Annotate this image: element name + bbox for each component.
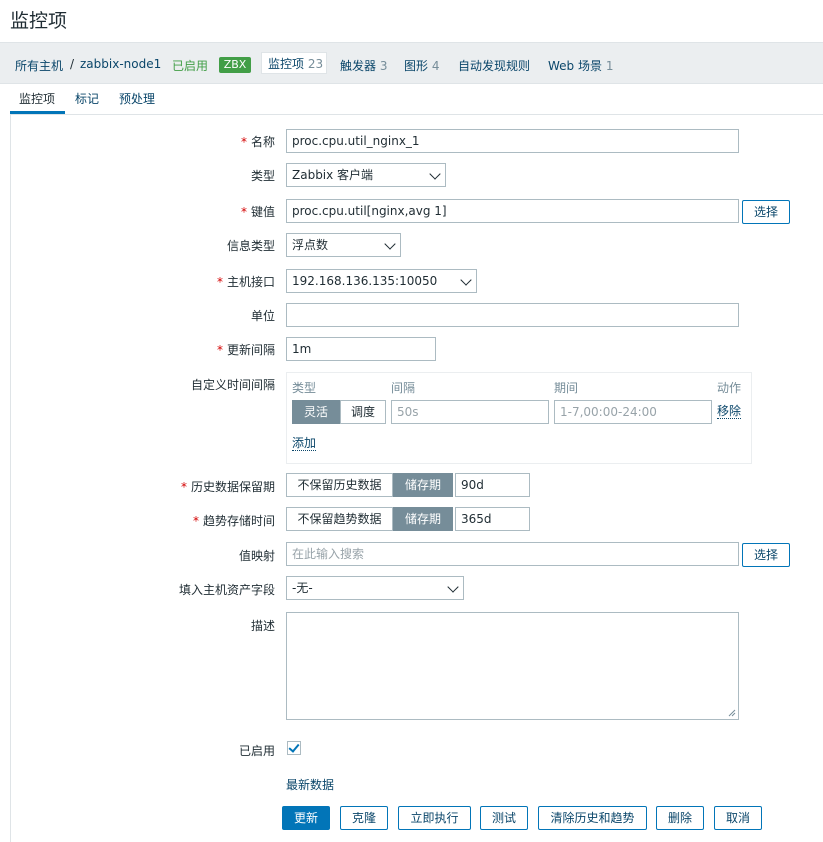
units-label: 单位 bbox=[250, 309, 275, 323]
required-mark: * bbox=[240, 135, 247, 149]
value-map-select-button[interactable]: 选择 bbox=[742, 543, 790, 567]
required-mark: * bbox=[180, 480, 187, 494]
key-label: * 键值 bbox=[241, 203, 275, 220]
info-type-select[interactable]: 浮点数 bbox=[286, 233, 401, 257]
latest-data-link[interactable]: 最新数据 bbox=[286, 776, 334, 793]
name-label-text: 名称 bbox=[250, 135, 275, 149]
interval-type-flexible[interactable]: 灵活 bbox=[292, 400, 340, 424]
zbx-availability-badge: ZBX bbox=[219, 57, 251, 73]
breadcrumb: 所有主机 / zabbix-node1 已启用 ZBX 监控项 23 触发器 3… bbox=[0, 42, 823, 84]
breadcrumb-web[interactable]: Web 场景 1 bbox=[548, 57, 613, 74]
custom-interval-input[interactable]: 50s bbox=[391, 400, 549, 424]
type-select[interactable]: Zabbix 客户端 bbox=[286, 163, 446, 187]
key-select-button[interactable]: 选择 bbox=[742, 200, 790, 224]
history-input[interactable]: 90d bbox=[455, 473, 530, 497]
enabled-checkbox[interactable] bbox=[287, 741, 301, 755]
units-input[interactable] bbox=[286, 303, 739, 327]
breadcrumb-graphs-count: 4 bbox=[431, 59, 440, 73]
execute-now-button[interactable]: 立即执行 bbox=[398, 806, 471, 830]
breadcrumb-web-label: Web 场景 bbox=[548, 59, 602, 73]
add-interval-link[interactable]: 添加 bbox=[292, 436, 317, 451]
required-mark: * bbox=[216, 343, 223, 357]
chevron-down-icon bbox=[460, 274, 472, 286]
history-do-not-keep[interactable]: 不保留历史数据 bbox=[286, 473, 393, 497]
history-storage-period[interactable]: 储存期 bbox=[393, 473, 453, 497]
required-mark: * bbox=[240, 205, 247, 219]
custom-intervals-label: 自定义时间间隔 bbox=[190, 378, 275, 392]
chevron-down-icon bbox=[384, 238, 396, 250]
description-label: 描述 bbox=[250, 619, 275, 633]
breadcrumb-triggers-count: 3 bbox=[379, 59, 388, 73]
custom-intervals-header-period: 期间 bbox=[554, 381, 579, 395]
required-mark: * bbox=[192, 514, 199, 528]
custom-intervals-header-interval: 间隔 bbox=[391, 381, 416, 395]
breadcrumb-items-count: 23 bbox=[307, 57, 324, 71]
resize-handle-icon[interactable] bbox=[728, 709, 736, 717]
interval-type-scheduling[interactable]: 调度 bbox=[340, 400, 386, 424]
clear-history-button[interactable]: 清除历史和趋势 bbox=[538, 806, 647, 830]
name-input[interactable]: proc.cpu.util_nginx_1 bbox=[286, 129, 739, 153]
key-input[interactable]: proc.cpu.util[nginx,avg 1] bbox=[286, 199, 739, 223]
breadcrumb-graphs-label: 图形 bbox=[404, 59, 429, 73]
trends-do-not-keep[interactable]: 不保留趋势数据 bbox=[286, 507, 393, 531]
page-title: 监控项 bbox=[10, 10, 68, 32]
update-interval-label: * 更新间隔 bbox=[217, 341, 275, 358]
type-label: 类型 bbox=[250, 169, 275, 183]
breadcrumb-items-label: 监控项 bbox=[268, 57, 305, 71]
host-status-enabled[interactable]: 已启用 bbox=[172, 57, 208, 74]
clone-button[interactable]: 克隆 bbox=[340, 806, 388, 830]
required-mark: * bbox=[216, 275, 223, 289]
update-interval-label-text: 更新间隔 bbox=[226, 343, 275, 357]
form-tabs: 监控项 标记 预处理 bbox=[10, 84, 823, 115]
interface-label-text: 主机接口 bbox=[226, 275, 275, 289]
tab-tags[interactable]: 标记 bbox=[75, 90, 99, 107]
breadcrumb-all-hosts[interactable]: 所有主机 bbox=[15, 57, 63, 74]
tab-preprocessing[interactable]: 预处理 bbox=[119, 90, 155, 107]
key-label-text: 键值 bbox=[250, 205, 275, 219]
breadcrumb-triggers-label: 触发器 bbox=[340, 59, 377, 73]
checkmark-icon bbox=[288, 741, 300, 753]
breadcrumb-host[interactable]: zabbix-node1 bbox=[80, 57, 161, 71]
inventory-label: 填入主机资产字段 bbox=[178, 583, 275, 597]
custom-intervals-table: 类型 间隔 期间 动作 灵活 调度 50s 1-7,00:00-24:00 移除… bbox=[286, 372, 752, 464]
type-select-value: Zabbix 客户端 bbox=[292, 168, 374, 182]
chevron-down-icon bbox=[447, 581, 459, 593]
breadcrumb-items[interactable]: 监控项 23 bbox=[261, 52, 327, 74]
history-label: * 历史数据保留期 bbox=[181, 478, 275, 495]
remove-interval-link[interactable]: 移除 bbox=[717, 404, 742, 419]
interface-label: * 主机接口 bbox=[217, 273, 275, 290]
custom-intervals-header-action: 动作 bbox=[717, 381, 742, 395]
interface-select-value: 192.168.136.135:10050 bbox=[292, 274, 438, 288]
breadcrumb-triggers[interactable]: 触发器 3 bbox=[340, 57, 387, 74]
breadcrumb-web-count: 1 bbox=[605, 59, 614, 73]
breadcrumb-discovery[interactable]: 自动发现规则 bbox=[458, 57, 530, 74]
info-type-label: 信息类型 bbox=[226, 239, 275, 253]
custom-intervals-header-type: 类型 bbox=[292, 381, 317, 395]
breadcrumb-graphs[interactable]: 图形 4 bbox=[404, 57, 439, 74]
trends-input[interactable]: 365d bbox=[455, 507, 530, 531]
enabled-label: 已启用 bbox=[238, 744, 275, 758]
value-map-search-input[interactable]: 在此输入搜索 bbox=[286, 542, 739, 566]
trends-storage-period[interactable]: 储存期 bbox=[393, 507, 453, 531]
description-textarea[interactable] bbox=[286, 612, 739, 720]
interface-select[interactable]: 192.168.136.135:10050 bbox=[286, 269, 477, 293]
trends-label: * 趋势存储时间 bbox=[193, 512, 275, 529]
test-button[interactable]: 测试 bbox=[480, 806, 528, 830]
value-map-label: 值映射 bbox=[238, 549, 275, 563]
inventory-select[interactable]: -无- bbox=[286, 576, 464, 600]
item-form: * 名称 proc.cpu.util_nginx_1 类型 Zabbix 客户端 … bbox=[10, 114, 823, 842]
info-type-select-value: 浮点数 bbox=[292, 238, 329, 252]
update-interval-input[interactable]: 1m bbox=[286, 337, 436, 361]
breadcrumb-separator: / bbox=[70, 57, 75, 71]
tab-item[interactable]: 监控项 bbox=[19, 90, 55, 107]
inventory-select-value: -无- bbox=[292, 581, 313, 595]
cancel-button[interactable]: 取消 bbox=[714, 806, 762, 830]
history-label-text: 历史数据保留期 bbox=[190, 480, 275, 494]
delete-button[interactable]: 删除 bbox=[656, 806, 704, 830]
chevron-down-icon bbox=[429, 168, 441, 180]
custom-period-input[interactable]: 1-7,00:00-24:00 bbox=[554, 400, 712, 424]
trends-label-text: 趋势存储时间 bbox=[202, 514, 275, 528]
name-label: * 名称 bbox=[241, 133, 275, 150]
update-button[interactable]: 更新 bbox=[282, 806, 330, 830]
